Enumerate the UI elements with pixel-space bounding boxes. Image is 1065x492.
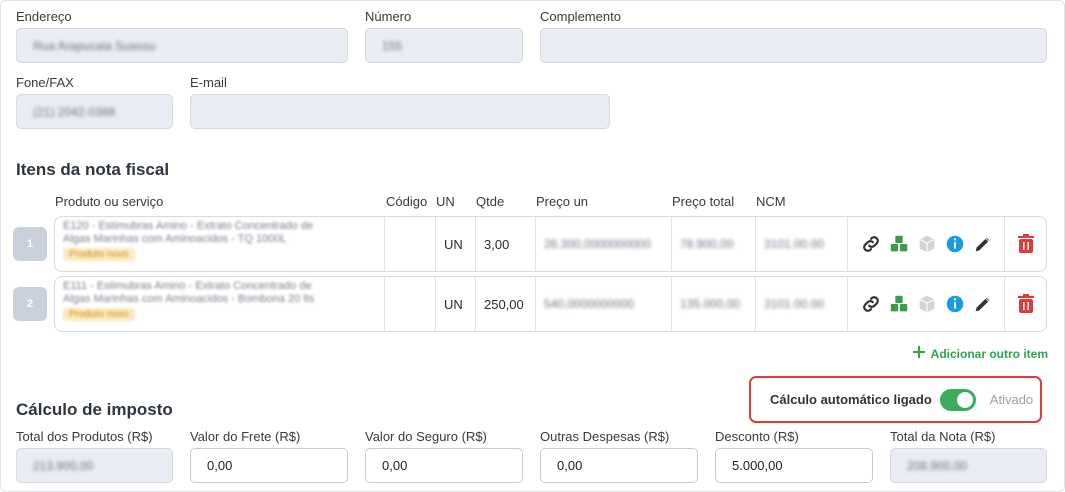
auto-calc-toggle[interactable] <box>939 388 976 411</box>
numero-label: Número <box>365 9 412 24</box>
qtde-cell: 3,00 <box>476 217 536 271</box>
outras-despesas-label: Outras Despesas (R$) <box>540 429 670 444</box>
ncm-cell: 3101.00.00 <box>756 217 848 271</box>
numero-field[interactable]: 155 <box>365 28 523 63</box>
numero-value: 155 <box>382 38 403 53</box>
email-field[interactable] <box>190 94 610 129</box>
product-name-line1: E111 - Estimubras Amino - Extrato Concen… <box>63 280 312 292</box>
trash-icon[interactable] <box>1005 277 1047 331</box>
total-nota-label: Total da Nota (R$) <box>890 429 996 444</box>
ncm-value: 3101.00.00 <box>764 297 825 311</box>
product-new-badge: Produto novo <box>63 308 135 321</box>
boxes-icon[interactable] <box>888 233 910 255</box>
product-name-line1: E120 - Estimubras Amino - Extrato Concen… <box>63 220 314 232</box>
frete-label: Valor do Frete (R$) <box>190 429 301 444</box>
col-preco-un: Preço un <box>536 194 589 209</box>
un-cell: UN <box>436 217 476 271</box>
seguro-field[interactable]: 0,00 <box>365 448 523 483</box>
preco-total-value: 135.000,00 <box>680 297 741 311</box>
auto-calc-status: Ativado <box>989 392 1034 407</box>
row-index-badge: 1 <box>13 227 47 261</box>
preco-un-value: 540,0000000000 <box>544 297 635 311</box>
preco-total-value: 78.900,00 <box>680 237 734 251</box>
col-qtde: Qtde <box>476 194 505 209</box>
endereco-field[interactable]: Rua Arapucaia Suassu <box>16 28 348 63</box>
preco-un-cell: 540,0000000000 <box>536 277 672 331</box>
col-ncm: NCM <box>756 194 786 209</box>
box-icon[interactable] <box>916 233 938 255</box>
outras-despesas-field[interactable]: 0,00 <box>540 448 698 483</box>
items-section-title: Itens da nota fiscal <box>16 160 170 179</box>
total-produtos-field: 213.900,00 <box>16 448 173 483</box>
complemento-field[interactable] <box>540 28 1047 63</box>
frete-field[interactable]: 0,00 <box>190 448 348 483</box>
tax-section-title: Cálculo de imposto <box>16 400 173 419</box>
complemento-label: Complemento <box>540 9 621 24</box>
endereco-label: Endereço <box>16 9 72 24</box>
auto-calc-label: Cálculo automático ligado <box>770 392 932 407</box>
table-row[interactable]: E111 - Estimubras Amino - Extrato Concen… <box>54 276 1047 332</box>
un-cell: UN <box>436 277 476 331</box>
col-un: UN <box>436 194 455 209</box>
plus-icon <box>912 346 925 361</box>
product-new-badge: Produto novo <box>63 248 135 261</box>
endereco-value: Rua Arapucaia Suassu <box>33 38 156 53</box>
total-nota-value: 208.900,00 <box>907 458 968 473</box>
col-preco-total: Preço total <box>672 194 735 209</box>
desconto-field[interactable]: 5.000,00 <box>715 448 873 483</box>
preco-un-value: 26.300,0000000000 <box>544 237 651 251</box>
box-icon[interactable] <box>916 293 938 315</box>
product-cell[interactable]: E120 - Estimubras Amino - Extrato Concen… <box>55 217 385 271</box>
actions-cell <box>848 277 1005 331</box>
fone-field[interactable]: (21) 2042-0388 <box>16 94 173 129</box>
product-cell[interactable]: E111 - Estimubras Amino - Extrato Concen… <box>55 277 385 331</box>
table-row[interactable]: E120 - Estimubras Amino - Extrato Concen… <box>54 216 1047 272</box>
info-icon[interactable] <box>944 293 966 315</box>
pencil-icon[interactable] <box>972 233 994 255</box>
product-name-line2: Algas Marinhas com Aminoacidos - TQ 1000… <box>63 233 287 245</box>
link-icon[interactable] <box>860 233 882 255</box>
seguro-label: Valor do Seguro (R$) <box>365 429 487 444</box>
desconto-label: Desconto (R$) <box>715 429 799 444</box>
info-icon[interactable] <box>944 233 966 255</box>
trash-icon[interactable] <box>1005 217 1047 271</box>
product-name-line2: Algas Marinhas com Aminoacidos - Bombona… <box>63 293 315 305</box>
fone-value: (21) 2042-0388 <box>33 104 116 119</box>
pencil-icon[interactable] <box>972 293 994 315</box>
codigo-cell <box>385 277 436 331</box>
col-codigo: Código <box>386 194 428 209</box>
email-label: E-mail <box>190 75 227 90</box>
ncm-cell: 3101.00.00 <box>756 277 848 331</box>
total-produtos-label: Total dos Produtos (R$) <box>16 429 153 444</box>
ncm-value: 3101.00.00 <box>764 237 825 251</box>
add-item-button[interactable]: Adicionar outro item <box>912 346 1048 361</box>
total-produtos-value: 213.900,00 <box>33 458 94 473</box>
boxes-icon[interactable] <box>888 293 910 315</box>
link-icon[interactable] <box>860 293 882 315</box>
add-item-label: Adicionar outro item <box>930 346 1048 361</box>
row-index-badge: 2 <box>13 287 47 321</box>
toggle-knob <box>956 391 973 408</box>
fone-label: Fone/FAX <box>16 75 74 90</box>
preco-un-cell: 26.300,0000000000 <box>536 217 672 271</box>
total-nota-field: 208.900,00 <box>890 448 1047 483</box>
col-produto: Produto ou serviço <box>55 194 164 209</box>
preco-total-cell: 78.900,00 <box>672 217 756 271</box>
actions-cell <box>848 217 1005 271</box>
auto-calc-box: Cálculo automático ligado Ativado <box>749 376 1042 423</box>
codigo-cell <box>385 217 436 271</box>
preco-total-cell: 135.000,00 <box>672 277 756 331</box>
qtde-cell: 250,00 <box>476 277 536 331</box>
